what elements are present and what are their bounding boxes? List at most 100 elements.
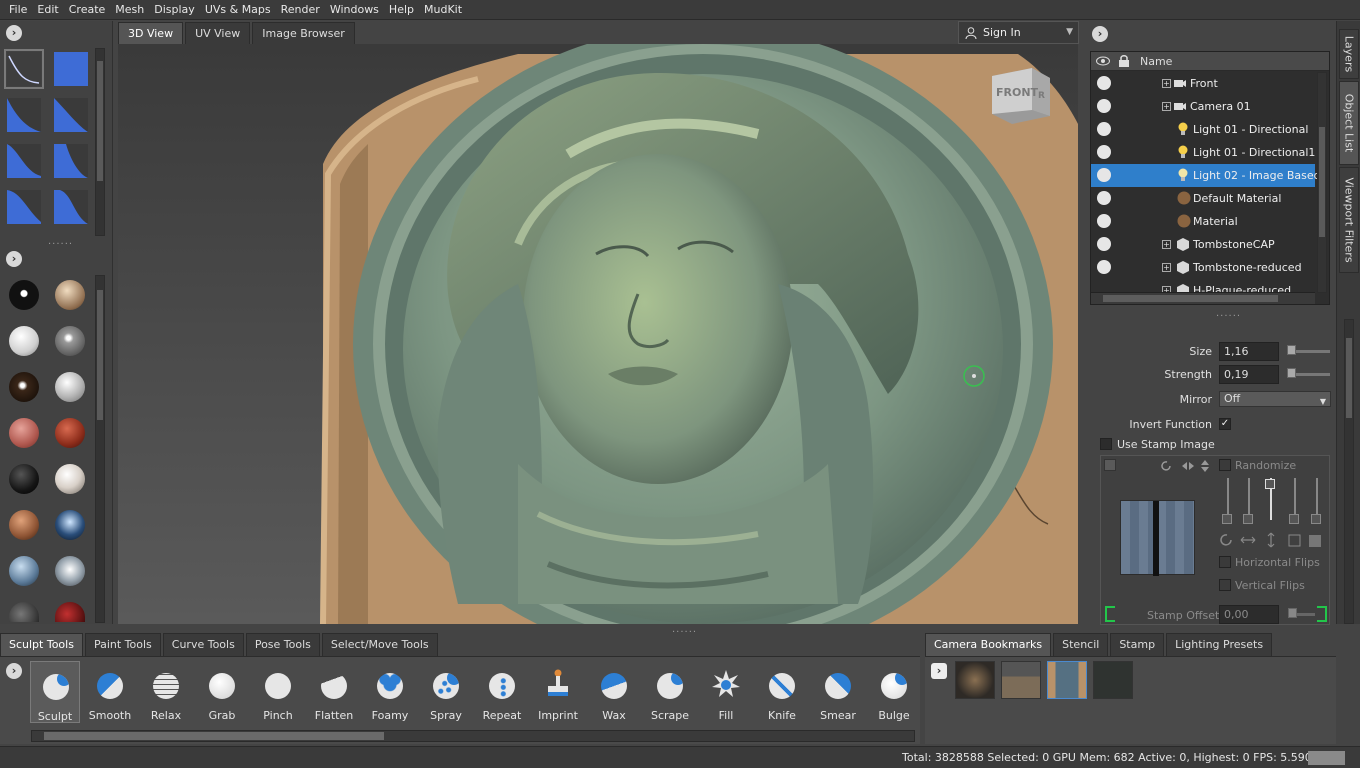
tool-foamy[interactable]: Foamy (365, 661, 415, 723)
tab-select-move-tools[interactable]: Select/Move Tools (321, 633, 438, 656)
resize-grip[interactable]: ...... (672, 624, 697, 635)
object-list-row-camera-01[interactable]: + Camera 01 (1091, 95, 1315, 118)
visibility-toggle[interactable] (1097, 237, 1111, 251)
visibility-toggle[interactable] (1097, 76, 1111, 90)
falloff-preset[interactable] (4, 49, 44, 89)
expand-icon[interactable]: + (1162, 79, 1171, 88)
tab-3d-view[interactable]: 3D View (118, 22, 184, 44)
matcap-sphere[interactable] (9, 326, 39, 356)
lock-icon[interactable] (1118, 54, 1130, 68)
object-list-row-light-01-directional1[interactable]: Light 01 - Directional1 (1091, 141, 1315, 164)
3d-viewport[interactable]: FRONT R (118, 44, 1078, 624)
resize-grip[interactable]: ...... (48, 236, 73, 247)
resize-grip[interactable]: ...... (1216, 308, 1241, 319)
tab-pose-tools[interactable]: Pose Tools (245, 633, 320, 656)
menu-file[interactable]: File (0, 0, 32, 20)
tab-paint-tools[interactable]: Paint Tools (84, 633, 161, 656)
falloff-preset[interactable] (54, 190, 88, 224)
tool-spray[interactable]: Spray (421, 661, 471, 723)
falloff-preset[interactable] (7, 144, 41, 178)
mirror-select[interactable]: Off ▼ (1219, 391, 1331, 407)
tab-lighting-presets[interactable]: Lighting Presets (1166, 633, 1273, 656)
camera-bookmark-thumbnail[interactable] (1001, 661, 1041, 699)
menu-help[interactable]: Help (384, 0, 419, 20)
object-list-row-light-02-image-based[interactable]: Light 02 - Image Based (1091, 164, 1321, 187)
matcap-sphere[interactable] (9, 464, 39, 494)
tool-sculpt[interactable]: Sculpt (30, 661, 80, 723)
stamp-slider-knob[interactable] (1265, 479, 1275, 489)
tool-scrape[interactable]: Scrape (645, 661, 695, 723)
tab-curve-tools[interactable]: Curve Tools (162, 633, 244, 656)
tab-image-browser[interactable]: Image Browser (252, 22, 355, 44)
visibility-toggle[interactable] (1097, 214, 1111, 228)
stamp-slider-knob[interactable] (1222, 514, 1232, 524)
object-list-scrollbar[interactable] (1317, 72, 1327, 293)
matcap-sphere[interactable] (9, 602, 39, 622)
randomize-checkbox[interactable] (1219, 459, 1231, 471)
stamp-slider-knob[interactable] (1311, 514, 1321, 524)
tab-layers[interactable]: Layers (1339, 29, 1359, 79)
tool-flatten[interactable]: Flatten (309, 661, 359, 723)
properties-scrollbar[interactable] (1344, 319, 1354, 624)
matcap-sphere[interactable] (55, 372, 85, 402)
tool-wax[interactable]: Wax (589, 661, 639, 723)
expand-arrow-icon[interactable]: › (6, 663, 22, 679)
object-list-row-front[interactable]: + Front (1091, 72, 1315, 95)
matcap-sphere[interactable] (55, 510, 85, 540)
tool-pinch[interactable]: Pinch (253, 661, 303, 723)
stamp-offset-slider-knob[interactable] (1288, 608, 1297, 618)
expand-icon[interactable]: + (1162, 240, 1171, 249)
tool-fill[interactable]: Fill (701, 661, 751, 723)
falloff-preset[interactable] (54, 98, 88, 132)
visibility-toggle[interactable] (1097, 168, 1111, 182)
object-list-row-tombstone-reduced[interactable]: + Tombstone-reduced (1091, 256, 1315, 279)
invert-function-checkbox[interactable]: ✓ (1219, 418, 1231, 430)
falloff-scrollbar[interactable] (95, 48, 105, 236)
falloff-preset[interactable] (54, 144, 88, 178)
menu-edit[interactable]: Edit (32, 0, 63, 20)
size-input[interactable]: 1,16 (1219, 342, 1279, 361)
menu-create[interactable]: Create (64, 0, 111, 20)
tab-stamp[interactable]: Stamp (1110, 633, 1165, 656)
visibility-toggle[interactable] (1097, 145, 1111, 159)
tool-imprint[interactable]: Imprint (533, 661, 583, 723)
tool-knife[interactable]: Knife (757, 661, 807, 723)
visibility-toggle[interactable] (1097, 260, 1111, 274)
falloff-preset[interactable] (7, 190, 41, 224)
expand-arrow-icon[interactable]: › (6, 25, 22, 41)
camera-bookmark-thumbnail[interactable] (1047, 661, 1087, 699)
matcap-sphere[interactable] (55, 556, 85, 586)
matcap-sphere[interactable] (55, 326, 85, 356)
expand-icon[interactable]: + (1162, 263, 1171, 272)
stamp-slider-knob[interactable] (1289, 514, 1299, 524)
menu-render[interactable]: Render (276, 0, 325, 20)
horizontal-flips-checkbox[interactable] (1219, 556, 1231, 568)
sign-in-dropdown[interactable]: Sign In ▼ (958, 21, 1079, 44)
strength-input[interactable]: 0,19 (1219, 365, 1279, 384)
object-list-row-material[interactable]: Material (1091, 210, 1315, 233)
matcap-sphere[interactable] (9, 556, 39, 586)
menu-mudkit[interactable]: MudKit (419, 0, 467, 20)
expand-arrow-icon[interactable]: › (6, 251, 22, 267)
stamp-offset-input[interactable]: 0,00 (1219, 605, 1279, 624)
use-stamp-image-checkbox[interactable] (1100, 438, 1112, 450)
tab-object-list[interactable]: Object List (1339, 81, 1359, 165)
stamp-slider-knob[interactable] (1243, 514, 1253, 524)
strength-slider-knob[interactable] (1287, 368, 1296, 378)
expand-icon[interactable]: + (1162, 102, 1171, 111)
object-list-row-default-material[interactable]: Default Material (1091, 187, 1315, 210)
visibility-toggle[interactable] (1097, 191, 1111, 205)
object-list-row-tombstonecap[interactable]: + TombstoneCAP (1091, 233, 1315, 256)
matcap-sphere[interactable] (55, 602, 85, 622)
tool-bulge[interactable]: Bulge (869, 661, 919, 723)
tab-uv-view[interactable]: UV View (185, 22, 251, 44)
stamp-preview-image[interactable] (1120, 500, 1195, 576)
matcap-sphere[interactable] (9, 418, 39, 448)
material-scrollbar[interactable] (95, 275, 105, 623)
vertical-flips-checkbox[interactable] (1219, 579, 1231, 591)
menu-mesh[interactable]: Mesh (110, 0, 149, 20)
tool-smear[interactable]: Smear (813, 661, 863, 723)
visibility-toggle[interactable] (1097, 122, 1111, 136)
tab-stencil[interactable]: Stencil (1053, 633, 1109, 656)
menu-display[interactable]: Display (149, 0, 200, 20)
